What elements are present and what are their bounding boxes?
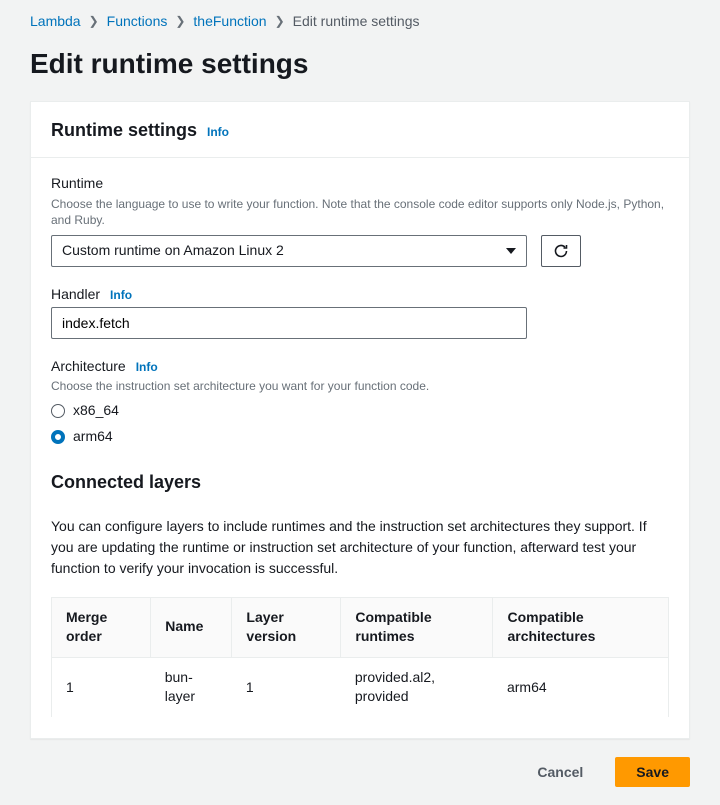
- chevron-right-icon: ❯: [89, 13, 99, 30]
- cell-merge-order: 1: [52, 657, 151, 717]
- chevron-right-icon: ❯: [175, 13, 185, 30]
- info-link-architecture[interactable]: Info: [136, 359, 158, 376]
- col-merge-order: Merge order: [52, 597, 151, 657]
- cancel-button[interactable]: Cancel: [517, 757, 603, 787]
- architecture-field: Architecture Info Choose the instruction…: [51, 357, 669, 447]
- panel-title: Runtime settings: [51, 118, 197, 143]
- handler-input[interactable]: [51, 307, 527, 339]
- runtime-label: Runtime: [51, 174, 669, 194]
- save-button[interactable]: Save: [615, 757, 690, 787]
- refresh-icon: [553, 243, 569, 259]
- runtime-settings-panel: Runtime settings Info Runtime Choose the…: [30, 101, 690, 739]
- handler-field: Handler Info: [51, 285, 669, 339]
- chevron-right-icon: ❯: [275, 13, 285, 30]
- radio-checked-icon: [51, 430, 65, 444]
- runtime-select[interactable]: Custom runtime on Amazon Linux 2: [51, 235, 527, 267]
- col-name: Name: [151, 597, 232, 657]
- breadcrumb-function-name[interactable]: theFunction: [193, 12, 266, 32]
- cell-version: 1: [232, 657, 341, 717]
- architecture-option-label: arm64: [73, 427, 113, 447]
- runtime-help: Choose the language to use to write your…: [51, 196, 669, 230]
- panel-header: Runtime settings Info: [31, 102, 689, 158]
- breadcrumb-functions[interactable]: Functions: [107, 12, 168, 32]
- connected-layers-description: You can configure layers to include runt…: [51, 516, 669, 579]
- refresh-button[interactable]: [541, 235, 581, 267]
- table-row: 1 bun-layer 1 provided.al2, provided arm…: [52, 657, 669, 717]
- architecture-option-arm64[interactable]: arm64: [51, 427, 669, 447]
- runtime-select-value: Custom runtime on Amazon Linux 2: [62, 241, 284, 261]
- architecture-label: Architecture: [51, 357, 126, 377]
- col-compatible-architectures: Compatible architectures: [493, 597, 669, 657]
- chevron-down-icon: [506, 248, 516, 254]
- info-link-handler[interactable]: Info: [110, 287, 132, 304]
- breadcrumb-lambda[interactable]: Lambda: [30, 12, 81, 32]
- architecture-option-label: x86_64: [73, 401, 119, 421]
- layers-table: Merge order Name Layer version Compatibl…: [51, 597, 669, 718]
- architecture-help: Choose the instruction set architecture …: [51, 378, 669, 395]
- handler-label: Handler: [51, 285, 100, 305]
- cell-runtimes: provided.al2, provided: [341, 657, 493, 717]
- table-header-row: Merge order Name Layer version Compatibl…: [52, 597, 669, 657]
- col-compatible-runtimes: Compatible runtimes: [341, 597, 493, 657]
- footer-actions: Cancel Save: [0, 739, 720, 805]
- cell-arch: arm64: [493, 657, 669, 717]
- page-title: Edit runtime settings: [0, 40, 720, 101]
- info-link-runtime-settings[interactable]: Info: [207, 124, 229, 141]
- cell-name: bun-layer: [151, 657, 232, 717]
- runtime-field: Runtime Choose the language to use to wr…: [51, 174, 669, 267]
- col-layer-version: Layer version: [232, 597, 341, 657]
- breadcrumb-current: Edit runtime settings: [293, 12, 420, 32]
- radio-icon: [51, 404, 65, 418]
- architecture-option-x86[interactable]: x86_64: [51, 401, 669, 421]
- breadcrumb: Lambda ❯ Functions ❯ theFunction ❯ Edit …: [0, 0, 720, 40]
- connected-layers-heading: Connected layers: [51, 470, 669, 495]
